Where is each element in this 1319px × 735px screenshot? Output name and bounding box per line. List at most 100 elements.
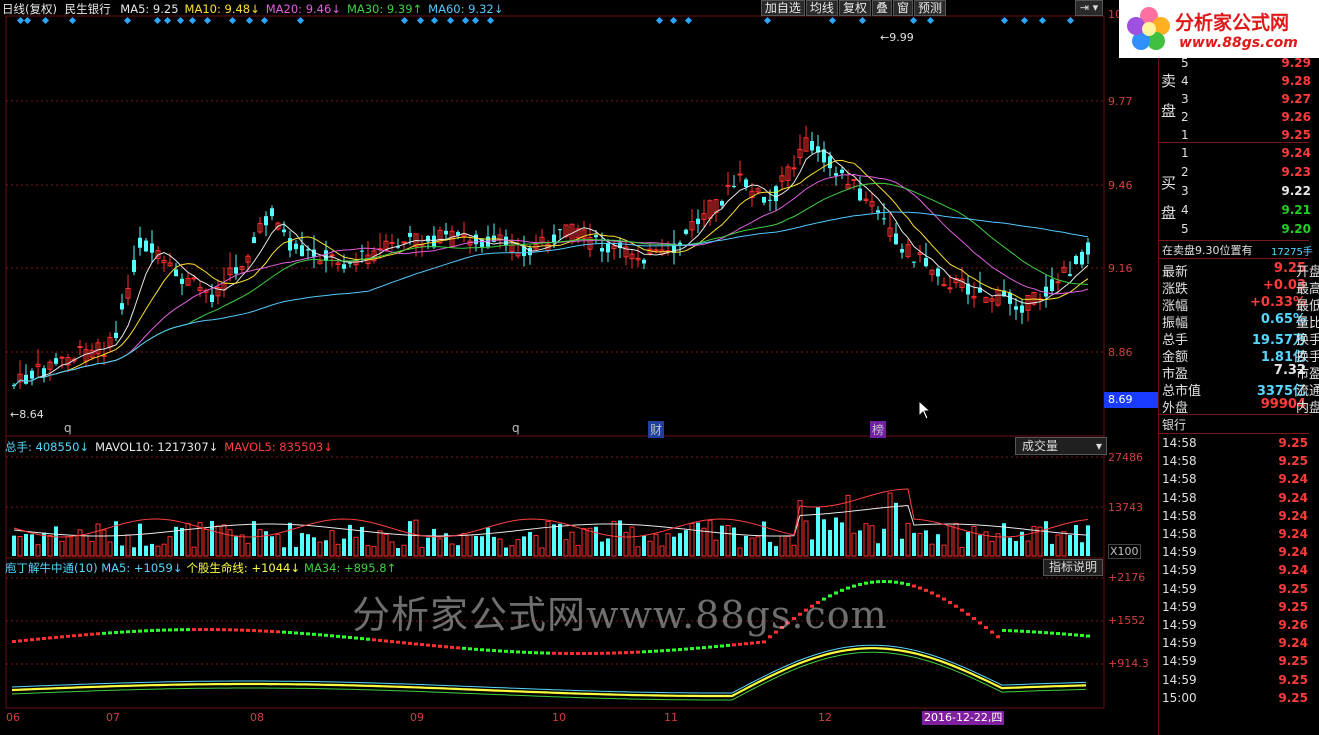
candle-body	[725, 184, 731, 187]
volume-bar	[989, 540, 995, 557]
volume-bar	[978, 535, 982, 556]
tick-price: 9.24	[1278, 472, 1308, 487]
signal-diamond-icon	[926, 16, 935, 25]
candle-body	[360, 250, 364, 252]
volume-bar	[845, 494, 851, 557]
indicator-select-dropdown[interactable]: 成交量 ▾	[1015, 437, 1107, 455]
signal-step-mark	[624, 651, 628, 655]
signal-step-mark	[468, 647, 472, 651]
event-marker-q[interactable]: q	[512, 421, 520, 435]
order-level: 5	[1181, 222, 1189, 236]
signal-step-mark	[564, 651, 568, 655]
quote-row: 涨幅 +0.33% 最低	[1162, 295, 1319, 314]
order-level: 3	[1181, 92, 1189, 106]
signal-step-mark	[522, 650, 526, 654]
volume-bar	[1074, 525, 1078, 556]
volume-bar	[24, 534, 28, 556]
sell-order-row[interactable]: 2 9.26	[1181, 110, 1311, 128]
watermark: 分析家公式网www.88gs.com	[352, 593, 888, 637]
signal-step-mark	[162, 628, 166, 632]
signal-diamond-icon	[1038, 16, 1047, 25]
buy-order-row[interactable]: 4 9.21	[1181, 203, 1311, 221]
volume-bar	[917, 533, 923, 557]
signal-step-mark	[648, 649, 652, 653]
signal-step-mark	[132, 629, 136, 633]
buy-order-row[interactable]: 2 9.23	[1181, 165, 1311, 183]
signal-diamond-icon	[828, 16, 837, 25]
signal-diamond-icon	[400, 16, 409, 25]
toolbar-button[interactable]: 加自选	[760, 0, 805, 16]
toolbar-button[interactable]: 预测	[913, 0, 946, 16]
toolbar-button[interactable]: 窗	[892, 0, 913, 16]
volume-bar	[335, 543, 341, 557]
toolbar-button[interactable]: 复权	[838, 0, 871, 16]
signal-step-mark	[330, 634, 334, 638]
order-level: 1	[1181, 128, 1189, 142]
sell-order-row[interactable]: 4 9.28	[1181, 74, 1311, 92]
order-price: 9.27	[1281, 92, 1311, 106]
volume-bar	[545, 520, 551, 557]
signal-step-mark	[72, 634, 76, 638]
toolbar-more-button[interactable]: ⇥ ▾	[1075, 0, 1103, 16]
volume-bar	[905, 522, 911, 557]
signal-step-mark	[630, 650, 634, 654]
signal-step-mark	[888, 580, 892, 584]
signal-step-mark	[984, 625, 988, 629]
signal-step-mark	[66, 634, 70, 638]
volume-bar	[257, 529, 263, 557]
signal-step-mark	[1008, 629, 1012, 633]
sell-order-row[interactable]: 3 9.27	[1181, 92, 1311, 110]
volume-bar	[869, 525, 875, 557]
signal-diamond-icon	[430, 16, 439, 25]
quote-row: 外盘 99904 内盘	[1162, 397, 1319, 416]
signal-step-mark	[480, 648, 484, 652]
order-price: 9.25	[1281, 128, 1311, 142]
toolbar-button[interactable]: 叠	[871, 0, 892, 16]
volume-bar	[744, 535, 748, 556]
event-marker-q[interactable]: q	[64, 421, 72, 435]
volume-bar	[665, 533, 671, 557]
event-marker-rank[interactable]: 榜	[870, 421, 887, 438]
tick-row: 14:59 9.25	[1162, 673, 1312, 691]
buy-order-row[interactable]: 5 9.20	[1181, 222, 1311, 240]
sector-label[interactable]: 银行	[1162, 416, 1186, 433]
buy-label: 盘	[1161, 204, 1177, 222]
signal-diamond-icon	[188, 16, 197, 25]
signal-step-mark	[420, 643, 424, 647]
period-label: 日线(复权)	[2, 2, 57, 16]
signal-step-mark	[600, 651, 604, 655]
buy-order-row[interactable]: 3 9.22	[1181, 184, 1311, 202]
signal-step-mark	[306, 632, 310, 636]
volume-bar	[642, 535, 646, 556]
candle-body	[210, 294, 214, 303]
event-marker-finance[interactable]: 财	[648, 421, 665, 438]
high-price-label: ←9.99	[880, 31, 914, 44]
indicator-help-button[interactable]: 指标说明	[1043, 559, 1103, 576]
sell-order-row[interactable]: 5 9.29	[1181, 56, 1311, 74]
order-level: 1	[1181, 146, 1189, 160]
signal-step-mark	[942, 597, 946, 601]
volume-bar	[185, 522, 191, 557]
tick-price: 9.24	[1278, 545, 1308, 560]
sell-order-row[interactable]: 1 9.25	[1181, 128, 1311, 146]
signal-step-mark	[936, 594, 940, 598]
signal-diamond-icon	[68, 16, 77, 25]
volume-bar	[329, 530, 335, 557]
candle-body	[834, 173, 838, 176]
signal-step-mark	[270, 629, 274, 633]
buy-order-row[interactable]: 1 9.24	[1181, 146, 1311, 164]
volume-bar	[449, 543, 455, 557]
signal-step-mark	[156, 628, 160, 632]
signal-diamond-icon	[909, 16, 918, 25]
signal-step-mark	[426, 643, 430, 647]
chart-area[interactable]: 日线(复权) 民生银行 MA5: 9.25 MA10: 9.48↓ MA20: 9.…	[0, 0, 1158, 735]
candle-body	[858, 188, 862, 201]
toolbar-button[interactable]: 均线	[805, 0, 838, 16]
signal-step-mark	[1056, 632, 1060, 636]
candle-body	[432, 235, 436, 248]
volume-bar	[882, 528, 886, 556]
volume-bar	[732, 527, 736, 556]
ma60-line	[13, 211, 1089, 387]
candle-body	[408, 232, 412, 237]
candle-body	[947, 287, 953, 290]
